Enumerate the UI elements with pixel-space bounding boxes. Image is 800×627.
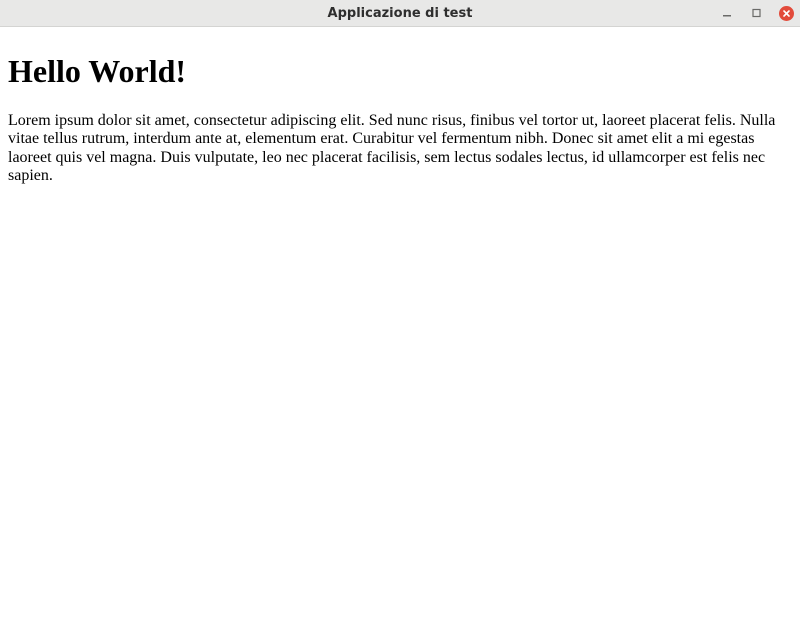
page-heading: Hello World! bbox=[8, 53, 792, 90]
close-icon bbox=[782, 9, 791, 18]
body-paragraph: Lorem ipsum dolor sit amet, consectetur … bbox=[8, 112, 792, 186]
minimize-button[interactable] bbox=[719, 5, 735, 21]
maximize-icon bbox=[752, 8, 762, 18]
maximize-button[interactable] bbox=[749, 5, 765, 21]
window-controls bbox=[719, 5, 794, 21]
close-button[interactable] bbox=[779, 6, 794, 21]
minimize-icon bbox=[722, 8, 732, 18]
titlebar: Applicazione di test bbox=[0, 0, 800, 27]
window-title: Applicazione di test bbox=[328, 6, 473, 21]
content-area: Hello World! Lorem ipsum dolor sit amet,… bbox=[0, 27, 800, 194]
